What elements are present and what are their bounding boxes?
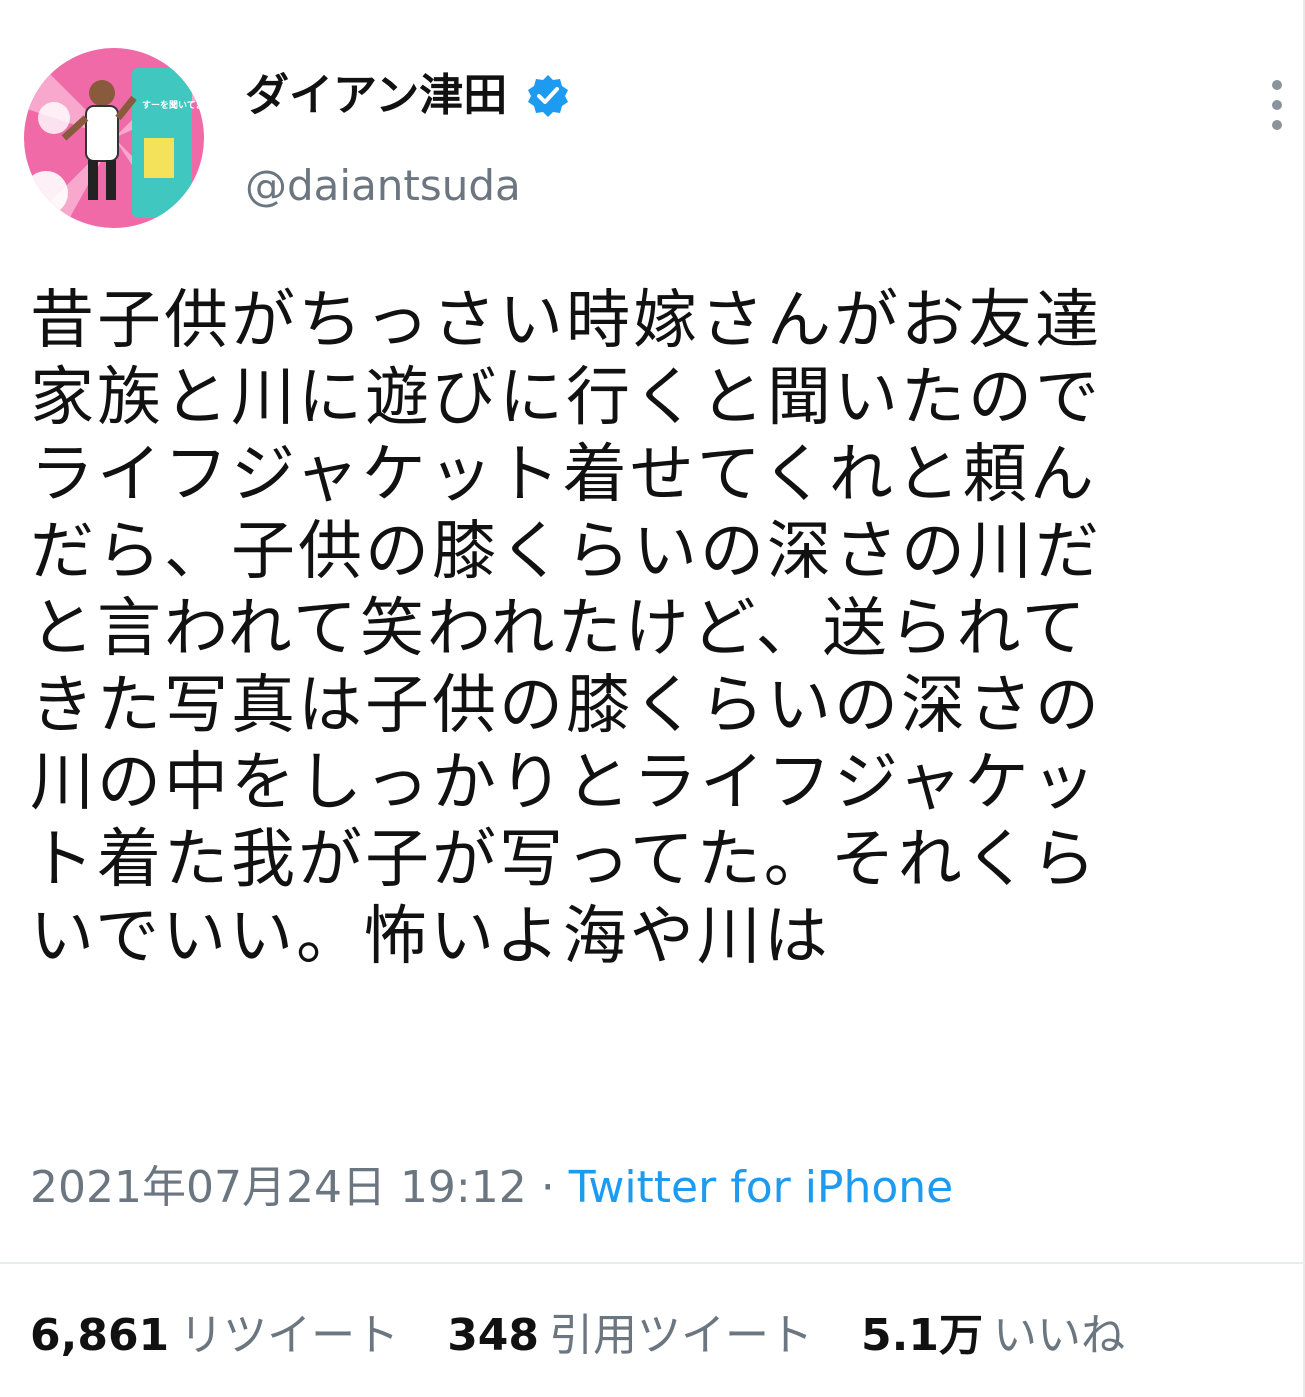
- tweet-line: 家族と川に遊びに行くと聞いたので: [30, 361, 1102, 435]
- display-name-text[interactable]: ダイアン津田: [245, 66, 507, 126]
- likes-stat[interactable]: 5.1万 いいね: [861, 1306, 1125, 1366]
- retweets-label: リツイート: [179, 1310, 400, 1361]
- tweet-line: 川の中をしっかりとライフジャケッ: [30, 746, 1099, 820]
- verified-badge-icon: [525, 73, 571, 119]
- tweet-line: ライフジャケット着せてくれと頼ん: [30, 438, 1097, 512]
- meta-separator: ·: [540, 1162, 555, 1213]
- tweet-text: 昔子供がちっさい時嫁さんがお友達 家族と川に遊びに行くと聞いたので ライフジャケ…: [30, 283, 1270, 976]
- tweet-source-link[interactable]: Twitter for iPhone: [569, 1162, 953, 1213]
- retweets-count: 6,861: [30, 1310, 170, 1361]
- tweet-line: だら、子供の膝くらいの深さの川だ: [30, 515, 1102, 589]
- tweet-card: すーを聞いてます ダイアン津田 @daiantsuda 昔子供がちっさい時嫁さん…: [0, 0, 1305, 1397]
- user-handle[interactable]: @daiantsuda: [245, 156, 521, 216]
- retweets-stat[interactable]: 6,861 リツイート: [30, 1306, 399, 1366]
- tweet-timestamp[interactable]: 2021年07月24日 19:12: [30, 1162, 527, 1213]
- display-name[interactable]: ダイアン津田: [245, 66, 571, 126]
- avatar-logo-text: すーを聞いてます: [142, 100, 204, 111]
- tweet-stats: 6,861 リツイート 348 引用ツイート 5.1万 いいね: [30, 1306, 1159, 1366]
- more-options-icon[interactable]: [1262, 80, 1292, 130]
- tweet-line: 昔子供がちっさい時嫁さんがお友達: [30, 284, 1102, 358]
- likes-count: 5.1万: [861, 1310, 983, 1361]
- quotes-stat[interactable]: 348 引用ツイート: [447, 1306, 813, 1366]
- quotes-count: 348: [447, 1310, 540, 1361]
- tweet-line: ト着た我が子が写ってた。それくら: [30, 823, 1099, 897]
- tweet-line: いでいい。怖いよ海や川は: [30, 900, 831, 974]
- quotes-label: 引用ツイート: [549, 1310, 814, 1361]
- likes-label: いいね: [993, 1310, 1125, 1361]
- avatar[interactable]: すーを聞いてます: [24, 48, 204, 228]
- tweet-line: と言われて笑われたけど、送られて: [30, 592, 1089, 666]
- divider: [0, 1262, 1305, 1264]
- tweet-meta: 2021年07月24日 19:12 · Twitter for iPhone: [30, 1158, 953, 1218]
- tweet-line: きた写真は子供の膝くらいの深さの: [30, 669, 1102, 743]
- avatar-image: すーを聞いてます: [24, 48, 204, 228]
